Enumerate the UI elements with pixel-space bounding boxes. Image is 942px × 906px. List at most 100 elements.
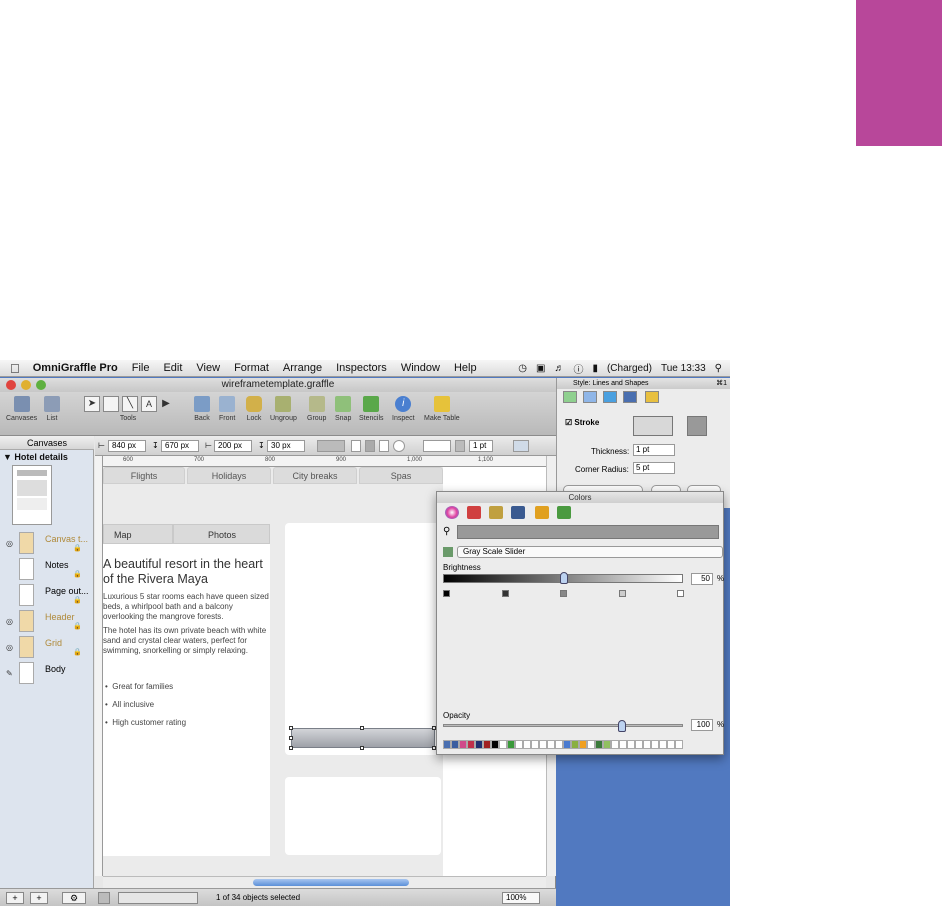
selection-handle[interactable] <box>360 726 364 730</box>
line-tool-icon[interactable]: ╲ <box>122 396 138 412</box>
scroll-thumb[interactable] <box>253 879 409 886</box>
selection-handle[interactable] <box>360 746 364 750</box>
app-menu[interactable]: OmniGraffle Pro <box>26 362 125 374</box>
ungroup-button[interactable]: Ungroup <box>270 396 297 422</box>
shape-tool-icon[interactable] <box>103 396 119 412</box>
fill-inspector-icon[interactable] <box>563 391 577 403</box>
fill-style-solid[interactable] <box>365 440 375 452</box>
color-swatch[interactable] <box>507 740 515 749</box>
back-button[interactable]: Back <box>194 396 210 422</box>
color-swatch[interactable] <box>451 740 459 749</box>
shared-layer-icon[interactable]: ◎ <box>6 539 13 548</box>
fill-style-radial[interactable] <box>393 440 405 452</box>
stroke-width-field[interactable]: 1 pt <box>469 440 493 452</box>
edit-layer-icon[interactable]: ✎ <box>6 669 13 678</box>
lock-icon[interactable]: 🔒 <box>73 544 82 552</box>
more-tools-icon[interactable]: ▶ <box>160 396 172 412</box>
menu-arrange[interactable]: Arrange <box>276 362 329 374</box>
color-swatch[interactable] <box>467 740 475 749</box>
color-swatch[interactable] <box>619 740 627 749</box>
stroke-color-well[interactable] <box>687 416 707 436</box>
color-swatch[interactable] <box>531 740 539 749</box>
color-swatch[interactable] <box>491 740 499 749</box>
opacity-slider[interactable] <box>443 720 683 732</box>
opacity-field[interactable]: 100 <box>691 719 713 731</box>
corner-style-selector[interactable] <box>633 416 673 436</box>
thickness-field[interactable]: 1 pt <box>633 444 675 456</box>
color-wheel-icon[interactable] <box>445 506 459 519</box>
group-button[interactable]: Group <box>307 396 326 422</box>
gear-icon[interactable]: ⚙ <box>62 892 86 904</box>
selection-handle[interactable] <box>289 746 293 750</box>
preset-white[interactable] <box>677 590 684 597</box>
mode-popup[interactable]: Gray Scale Slider <box>457 546 723 558</box>
color-swatch[interactable] <box>651 740 659 749</box>
color-swatch[interactable] <box>563 740 571 749</box>
color-swatch[interactable] <box>539 740 547 749</box>
x-field[interactable]: 200 px <box>214 440 252 452</box>
alert-icon[interactable]: ⓘ <box>573 361 583 376</box>
fill-color-popup[interactable] <box>317 440 345 452</box>
add-layer-button[interactable]: + <box>30 892 48 904</box>
menu-format[interactable]: Format <box>227 362 276 374</box>
fill-style-none[interactable] <box>351 440 361 452</box>
current-color-well[interactable] <box>457 525 719 539</box>
menu-inspectors[interactable]: Inspectors <box>329 362 394 374</box>
tab-flights[interactable]: Flights <box>103 467 185 484</box>
color-swatch[interactable] <box>483 740 491 749</box>
preset-dark-gray[interactable] <box>502 590 509 597</box>
layer-canvas-title[interactable]: ◎ Canvas t... 🔒 <box>0 532 94 556</box>
menu-window[interactable]: Window <box>394 362 447 374</box>
selection-style-swatch[interactable] <box>98 892 110 904</box>
tab-city-breaks[interactable]: City breaks <box>273 467 357 484</box>
zoom-window-button[interactable] <box>36 380 46 390</box>
brightness-field[interactable]: 50 <box>691 573 713 585</box>
canvas-thumbnail[interactable] <box>12 465 52 525</box>
subtab-photos[interactable]: Photos <box>173 524 270 544</box>
corner-radius-field[interactable]: 5 pt <box>633 462 675 474</box>
lines-inspector-icon[interactable] <box>583 391 597 403</box>
selection-handle[interactable] <box>289 736 293 740</box>
color-swatch[interactable] <box>675 740 683 749</box>
shadow-inspector-icon[interactable] <box>603 391 617 403</box>
color-swatch[interactable] <box>579 740 587 749</box>
text-inspector-icon[interactable] <box>645 391 659 403</box>
volume-icon[interactable]: ♬ <box>554 363 564 374</box>
text-tool-icon[interactable]: A <box>141 396 157 412</box>
fill-style-gradient[interactable] <box>379 440 389 452</box>
selected-bar-shape[interactable] <box>291 728 435 748</box>
shadow-button[interactable] <box>513 440 529 452</box>
color-swatch[interactable] <box>571 740 579 749</box>
lock-icon[interactable]: 🔒 <box>73 570 82 578</box>
lock-icon[interactable]: 🔒 <box>73 622 82 630</box>
width-field[interactable]: 840 px <box>108 440 146 452</box>
crayons-icon[interactable] <box>535 506 549 519</box>
add-canvas-button[interactable]: + <box>6 892 24 904</box>
color-swatch[interactable] <box>659 740 667 749</box>
tab-spas[interactable]: Spas <box>359 467 443 484</box>
close-window-button[interactable] <box>6 380 16 390</box>
line-color-well[interactable] <box>455 440 465 452</box>
preset-gray[interactable] <box>560 590 567 597</box>
pointer-tool-icon[interactable]: ➤ <box>84 396 100 412</box>
lock-icon[interactable]: 🔒 <box>73 596 82 604</box>
menu-edit[interactable]: Edit <box>156 362 189 374</box>
menu-help[interactable]: Help <box>447 362 484 374</box>
color-swatch[interactable] <box>499 740 507 749</box>
canvases-button[interactable]: Canvases <box>6 396 37 422</box>
time-machine-icon[interactable]: ◷ <box>518 363 527 374</box>
brightness-slider-knob[interactable] <box>560 572 568 584</box>
preset-black[interactable] <box>443 590 450 597</box>
battery-icon[interactable]: ▮ <box>592 363 598 374</box>
lock-icon[interactable]: 🔒 <box>73 648 82 656</box>
subtab-map[interactable]: Map <box>103 524 173 544</box>
clock[interactable]: Tue 13:33 <box>661 363 706 374</box>
height-field[interactable]: 670 px <box>161 440 199 452</box>
shared-layer-icon[interactable]: ◎ <box>6 643 13 652</box>
minimize-window-button[interactable] <box>21 380 31 390</box>
color-swatch[interactable] <box>459 740 467 749</box>
stroke-checkbox[interactable]: ☑ Stroke <box>565 418 599 427</box>
color-sliders-icon[interactable] <box>467 506 481 519</box>
color-swatch[interactable] <box>643 740 651 749</box>
battery-status[interactable]: (Charged) <box>607 363 652 374</box>
